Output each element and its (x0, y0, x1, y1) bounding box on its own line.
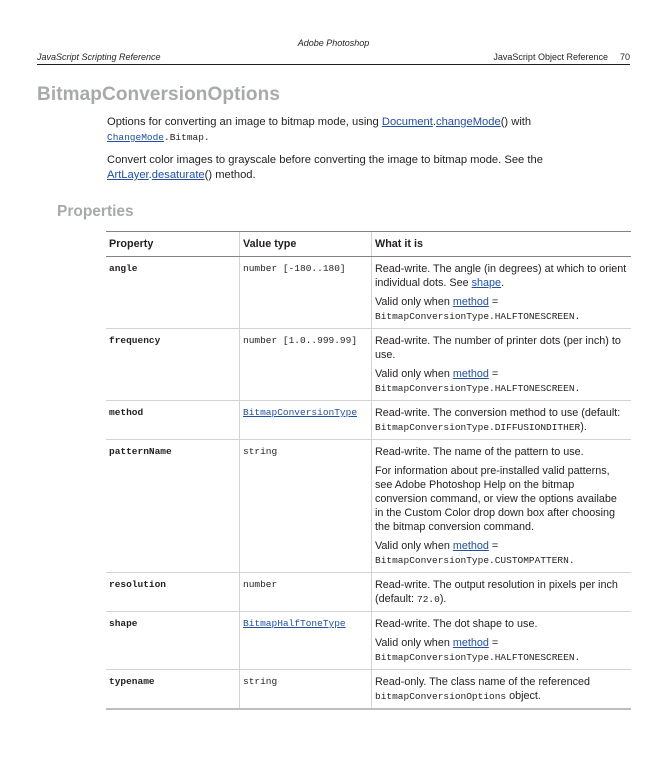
property-name: frequency (106, 328, 240, 401)
property-name: shape (106, 611, 240, 670)
intro: Options for converting an image to bitma… (107, 115, 567, 191)
desc-text: Read-write. The dot shape to use. (375, 618, 538, 630)
value-type: BitmapConversionType (239, 400, 372, 440)
property-name: angle (106, 256, 240, 329)
header-product: Adobe Photoshop (297, 38, 370, 48)
description: Read-write. The number of printer dots (… (371, 328, 631, 401)
description: Read-only. The class name of the referen… (371, 669, 631, 710)
intro-text: Convert color images to grayscale before… (107, 154, 543, 166)
description: Read-write. The conversion method to use… (371, 400, 631, 440)
desc-text: Read-write. The output resolution in pix… (375, 579, 618, 605)
desc-text: For information about pre-installed vali… (375, 465, 617, 533)
enum-value: BitmapConversionType.CUSTOMPATTERN. (375, 555, 575, 566)
desc-text: Read-only. The class name of the referen… (375, 676, 591, 688)
value-type: number [-180..180] (239, 256, 372, 329)
link-method[interactable]: method (453, 296, 489, 308)
table-header-row: Property Value type What it is (106, 231, 631, 257)
header-section: JavaScript Object Reference 70 (493, 52, 630, 62)
enum-value: BitmapConversionType.DIFFUSIONDITHER (375, 422, 581, 433)
equals: = (488, 368, 499, 380)
property-name: typename (106, 669, 240, 710)
link-bitmaphalftonetype[interactable]: BitmapHalfToneType (243, 618, 346, 629)
property-name: patternName (106, 439, 240, 573)
desc-text: . (501, 277, 505, 289)
desc-text: Read-write. The conversion method to use… (375, 407, 621, 419)
intro-text: () with (500, 116, 532, 128)
col-value-type: Value type (239, 231, 372, 257)
col-what-it-is: What it is (371, 231, 631, 257)
class-name: bitmapConversionOptions (375, 691, 507, 702)
valid-text: Valid only when (375, 368, 453, 380)
default-value: 72.0 (417, 594, 440, 605)
valid-text: Valid only when (375, 637, 453, 649)
header-section-title: JavaScript Object Reference (493, 52, 608, 62)
link-changemode[interactable]: changeMode (436, 116, 501, 128)
value-type: string (239, 669, 372, 710)
link-document[interactable]: Document (382, 116, 433, 128)
value-type: BitmapHalfToneType (239, 611, 372, 670)
desc-text: ). (580, 421, 587, 433)
desc-text: object. (506, 690, 541, 702)
valid-text: Valid only when (375, 296, 453, 308)
description: Read-write. The name of the pattern to u… (371, 439, 631, 573)
properties-table: Property Value type What it is angle num… (106, 231, 631, 710)
table-row: typename string Read-only. The class nam… (106, 669, 631, 710)
link-shape[interactable]: shape (472, 277, 501, 289)
description: Read-write. The dot shape to use. Valid … (371, 611, 631, 670)
table-row: method BitmapConversionType Read-write. … (106, 400, 631, 440)
link-changemode-enum[interactable]: ChangeMode (107, 132, 164, 143)
table-row: angle number [-180..180] Read-write. The… (106, 256, 631, 329)
desc-text: ). (439, 593, 447, 605)
equals: = (488, 296, 499, 308)
header-rule (37, 64, 630, 65)
equals: = (488, 637, 499, 649)
link-desaturate[interactable]: desaturate (152, 169, 205, 181)
properties-heading: Properties (57, 203, 134, 220)
page-title: BitmapConversionOptions (37, 84, 280, 105)
link-method[interactable]: method (453, 637, 489, 649)
desc-text: Read-write. The name of the pattern to u… (375, 446, 584, 458)
table-row: shape BitmapHalfToneType Read-write. The… (106, 611, 631, 670)
header-doc-title: JavaScript Scripting Reference (37, 52, 161, 62)
table-row: frequency number [1.0..999.99] Read-writ… (106, 328, 631, 401)
intro-paragraph-2: Convert color images to grayscale before… (107, 153, 567, 183)
enum-value: BitmapConversionType.HALFTONESCREEN. (375, 383, 581, 394)
desc-text: Read-write. The number of printer dots (… (375, 335, 621, 361)
col-property: Property (106, 231, 240, 257)
link-method[interactable]: method (453, 540, 489, 552)
value-type: number [1.0..999.99] (239, 328, 372, 401)
enum-value: BitmapConversionType.HALFTONESCREEN. (375, 311, 581, 322)
intro-text: Options for converting an image to bitma… (107, 116, 382, 128)
equals: = (488, 540, 499, 552)
page-number: 70 (619, 52, 630, 62)
code-bitmap: .Bitmap. (164, 132, 210, 143)
table-row: resolution number Read-write. The output… (106, 572, 631, 612)
link-method[interactable]: method (453, 368, 489, 380)
valid-text: Valid only when (375, 540, 453, 552)
description: Read-write. The output resolution in pix… (371, 572, 631, 612)
property-name: resolution (106, 572, 240, 612)
value-type: number (239, 572, 372, 612)
enum-value: BitmapConversionType.HALFTONESCREEN. (375, 652, 581, 663)
intro-text: () method. (204, 169, 256, 181)
link-bitmapconversiontype[interactable]: BitmapConversionType (243, 407, 357, 418)
value-type: string (239, 439, 372, 573)
description: Read-write. The angle (in degrees) at wh… (371, 256, 631, 329)
link-artlayer[interactable]: ArtLayer (107, 169, 149, 181)
table-row: patternName string Read-write. The name … (106, 439, 631, 573)
property-name: method (106, 400, 240, 440)
intro-paragraph-1: Options for converting an image to bitma… (107, 115, 567, 145)
